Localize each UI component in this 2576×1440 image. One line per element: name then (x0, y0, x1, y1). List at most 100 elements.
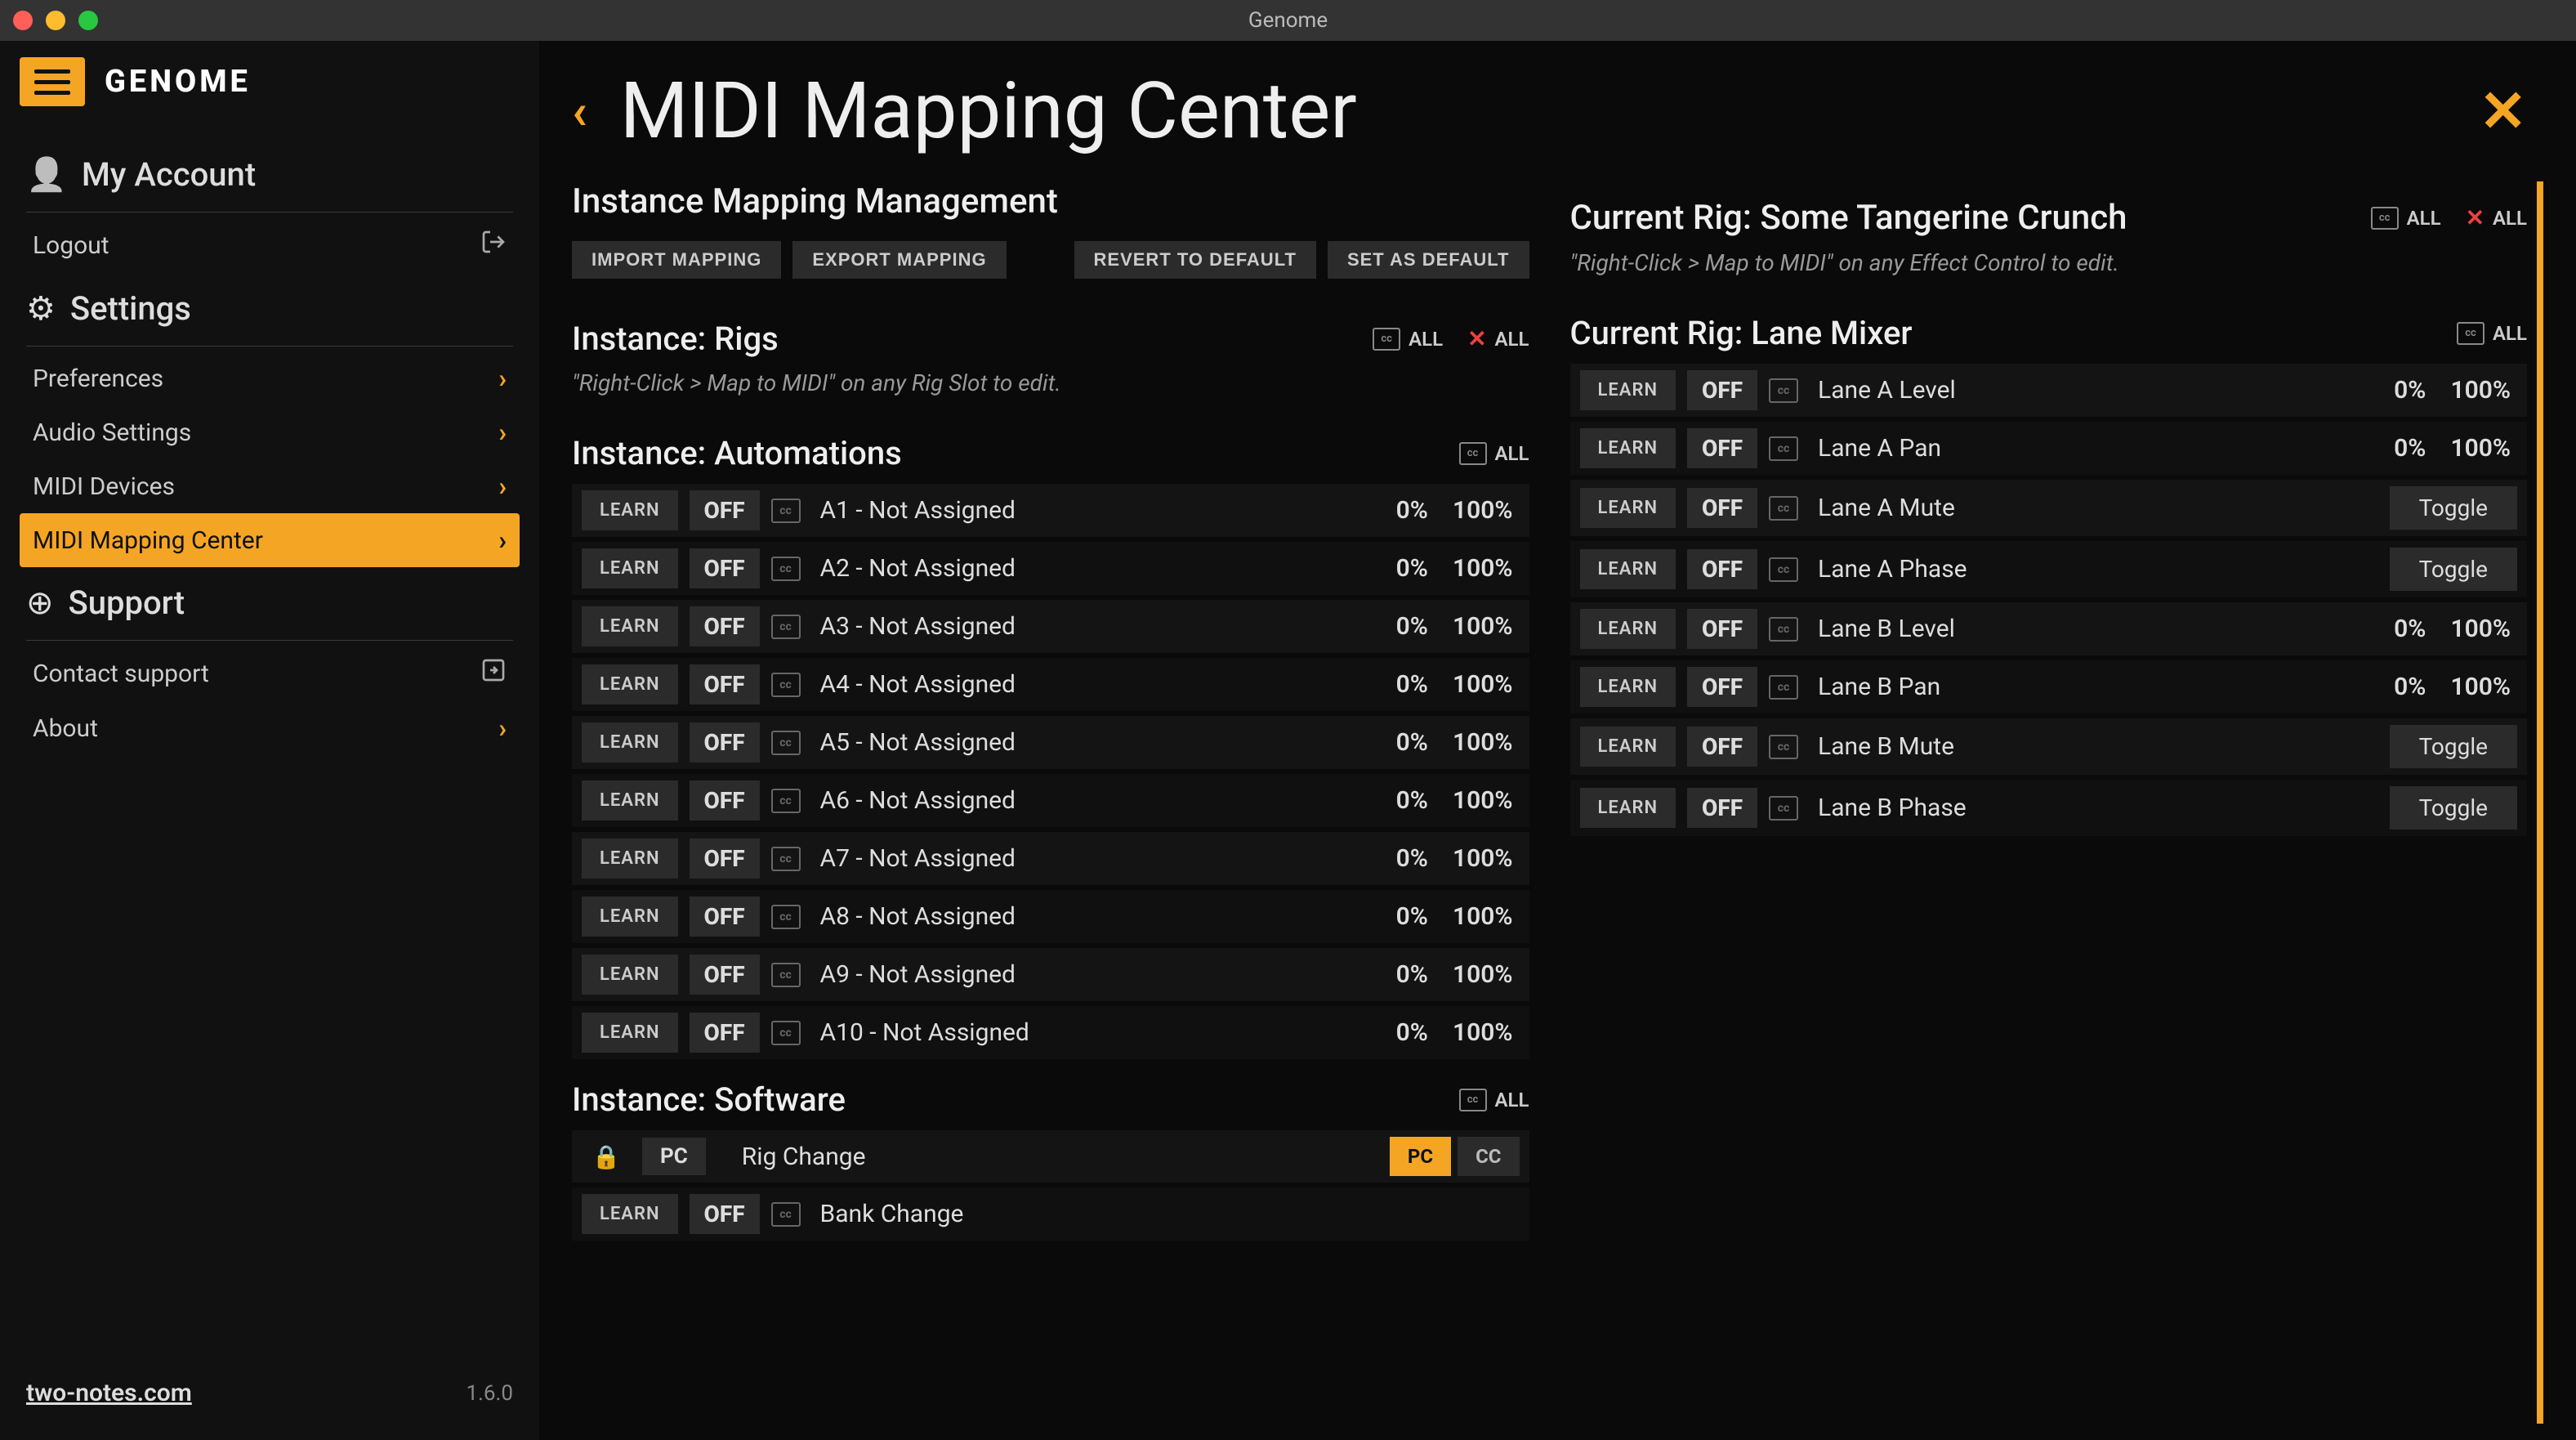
sidebar-item-midi-mapping[interactable]: MIDI Mapping Center › (20, 513, 520, 567)
toggle-button[interactable]: Toggle (2390, 486, 2517, 530)
off-button[interactable]: OFF (690, 548, 760, 588)
toggle-button[interactable]: Toggle (2390, 725, 2517, 768)
max-value[interactable]: 100% (2450, 376, 2511, 405)
max-value[interactable]: 100% (1453, 612, 1513, 641)
back-button[interactable]: ‹ (572, 83, 587, 141)
learn-button[interactable]: LEARN (582, 722, 678, 762)
logout-item[interactable]: Logout (20, 217, 520, 273)
min-value[interactable]: 0% (1396, 1018, 1428, 1047)
pc-tag[interactable]: PC (1390, 1137, 1451, 1176)
learn-button[interactable]: LEARN (1580, 727, 1676, 767)
min-value[interactable]: 0% (1396, 960, 1428, 989)
cc-icon[interactable]: cc (771, 1202, 801, 1227)
close-button[interactable]: ✕ (2479, 78, 2527, 145)
min-value[interactable]: 0% (1396, 786, 1428, 815)
cc-icon[interactable]: cc (771, 905, 801, 929)
max-value[interactable]: 100% (1453, 902, 1513, 931)
learn-button[interactable]: LEARN (582, 955, 678, 995)
software-all-cc[interactable]: ccALL (1459, 1089, 1529, 1111)
learn-button[interactable]: LEARN (1580, 428, 1676, 468)
min-value[interactable]: 0% (1396, 844, 1428, 873)
off-button[interactable]: OFF (690, 897, 760, 937)
cc-icon[interactable]: cc (771, 963, 801, 987)
sidebar-item-audio[interactable]: Audio Settings › (20, 405, 520, 459)
learn-button[interactable]: LEARN (582, 548, 678, 588)
max-value[interactable]: 100% (1453, 728, 1513, 757)
cc-icon[interactable]: cc (771, 731, 801, 755)
cc-icon[interactable]: cc (1769, 796, 1798, 821)
learn-button[interactable]: LEARN (582, 606, 678, 646)
max-value[interactable]: 100% (1453, 786, 1513, 815)
sidebar-item-preferences[interactable]: Preferences › (20, 351, 520, 405)
learn-button[interactable]: LEARN (582, 1013, 678, 1053)
learn-button[interactable]: LEARN (1580, 609, 1676, 649)
about-item[interactable]: About › (20, 701, 520, 755)
min-value[interactable]: 0% (1396, 496, 1428, 525)
max-value[interactable]: 100% (2450, 615, 2511, 643)
toggle-button[interactable]: Toggle (2390, 786, 2517, 830)
off-button[interactable]: OFF (690, 664, 760, 704)
automations-all-cc[interactable]: ccALL (1459, 442, 1529, 465)
cc-icon[interactable]: cc (771, 847, 801, 871)
revert-default-button[interactable]: REVERT TO DEFAULT (1074, 241, 1316, 279)
sidebar-item-midi-devices[interactable]: MIDI Devices › (20, 459, 520, 513)
max-value[interactable]: 100% (2450, 673, 2511, 701)
off-button[interactable]: OFF (1687, 488, 1757, 528)
cc-icon[interactable]: cc (1769, 675, 1798, 700)
min-value[interactable]: 0% (2394, 615, 2426, 643)
learn-button[interactable]: LEARN (1580, 370, 1676, 410)
cc-icon[interactable]: cc (771, 1021, 801, 1045)
max-value[interactable]: 100% (1453, 960, 1513, 989)
maximize-window-button[interactable] (78, 11, 98, 30)
max-value[interactable]: 100% (1453, 496, 1513, 525)
off-button[interactable]: OFF (1687, 788, 1757, 828)
off-button[interactable]: OFF (690, 780, 760, 821)
off-button[interactable]: OFF (1687, 370, 1757, 410)
import-mapping-button[interactable]: IMPORT MAPPING (572, 241, 781, 279)
off-button[interactable]: OFF (1687, 609, 1757, 649)
website-link[interactable]: two-notes.com (26, 1379, 192, 1407)
cc-icon[interactable]: cc (771, 557, 801, 581)
learn-button[interactable]: LEARN (582, 1194, 678, 1234)
off-button[interactable]: OFF (690, 722, 760, 762)
max-value[interactable]: 100% (1453, 844, 1513, 873)
max-value[interactable]: 100% (1453, 554, 1513, 583)
off-button[interactable]: OFF (690, 490, 760, 530)
mixer-all-cc[interactable]: ccALL (2457, 322, 2527, 345)
max-value[interactable]: 100% (2450, 434, 2511, 463)
cc-icon[interactable]: cc (1769, 735, 1798, 759)
toggle-button[interactable]: Toggle (2390, 548, 2517, 591)
rig-all-delete[interactable]: ✕ALL (2466, 204, 2527, 231)
rig-all-cc[interactable]: ccALL (2371, 207, 2441, 230)
max-value[interactable]: 100% (1453, 670, 1513, 699)
learn-button[interactable]: LEARN (582, 780, 678, 821)
hamburger-menu-button[interactable] (20, 57, 85, 106)
learn-button[interactable]: LEARN (582, 897, 678, 937)
rigs-all-cc[interactable]: ccALL (1373, 328, 1443, 351)
cc-tag[interactable]: CC (1458, 1137, 1519, 1176)
min-value[interactable]: 0% (2394, 673, 2426, 701)
learn-button[interactable]: LEARN (582, 839, 678, 879)
cc-icon[interactable]: cc (771, 499, 801, 523)
off-button[interactable]: OFF (1687, 667, 1757, 707)
cc-icon[interactable]: cc (1769, 496, 1798, 521)
min-value[interactable]: 0% (2394, 376, 2426, 405)
learn-button[interactable]: LEARN (1580, 488, 1676, 528)
export-mapping-button[interactable]: EXPORT MAPPING (792, 241, 1006, 279)
off-button[interactable]: OFF (690, 839, 760, 879)
min-value[interactable]: 0% (1396, 612, 1428, 641)
cc-icon[interactable]: cc (771, 789, 801, 813)
off-button[interactable]: OFF (690, 1013, 760, 1053)
cc-icon[interactable]: cc (1769, 436, 1798, 461)
off-button[interactable]: OFF (1687, 549, 1757, 589)
off-button[interactable]: OFF (1687, 428, 1757, 468)
contact-support-item[interactable]: Contact support (20, 646, 520, 701)
learn-button[interactable]: LEARN (582, 664, 678, 704)
cc-icon[interactable]: cc (771, 673, 801, 697)
cc-icon[interactable]: cc (1769, 617, 1798, 642)
min-value[interactable]: 0% (1396, 554, 1428, 583)
min-value[interactable]: 0% (1396, 670, 1428, 699)
min-value[interactable]: 0% (1396, 902, 1428, 931)
min-value[interactable]: 0% (2394, 434, 2426, 463)
pc-button[interactable]: PC (642, 1138, 706, 1175)
